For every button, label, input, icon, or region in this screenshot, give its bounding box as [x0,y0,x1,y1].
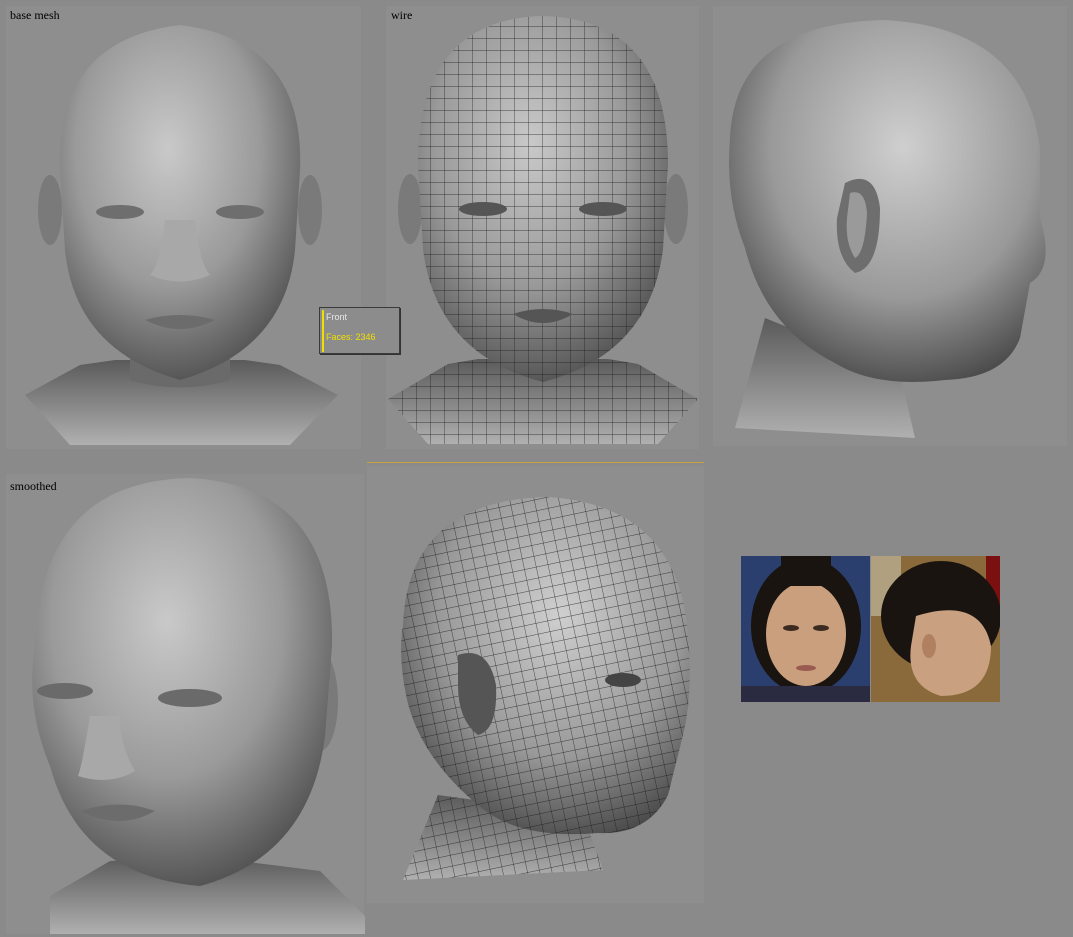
wire-perspective-head [401,497,690,880]
reference-photos [741,556,1000,702]
hud-view-name: Front [326,312,348,322]
base-mesh-head [25,25,338,445]
hud-accent-bar [322,310,324,352]
wire-front-head [388,16,698,444]
section-divider [367,462,704,463]
hud-face-count: Faces: 2346 [326,332,376,342]
smoothed-head [32,478,365,934]
side-head [729,20,1046,438]
